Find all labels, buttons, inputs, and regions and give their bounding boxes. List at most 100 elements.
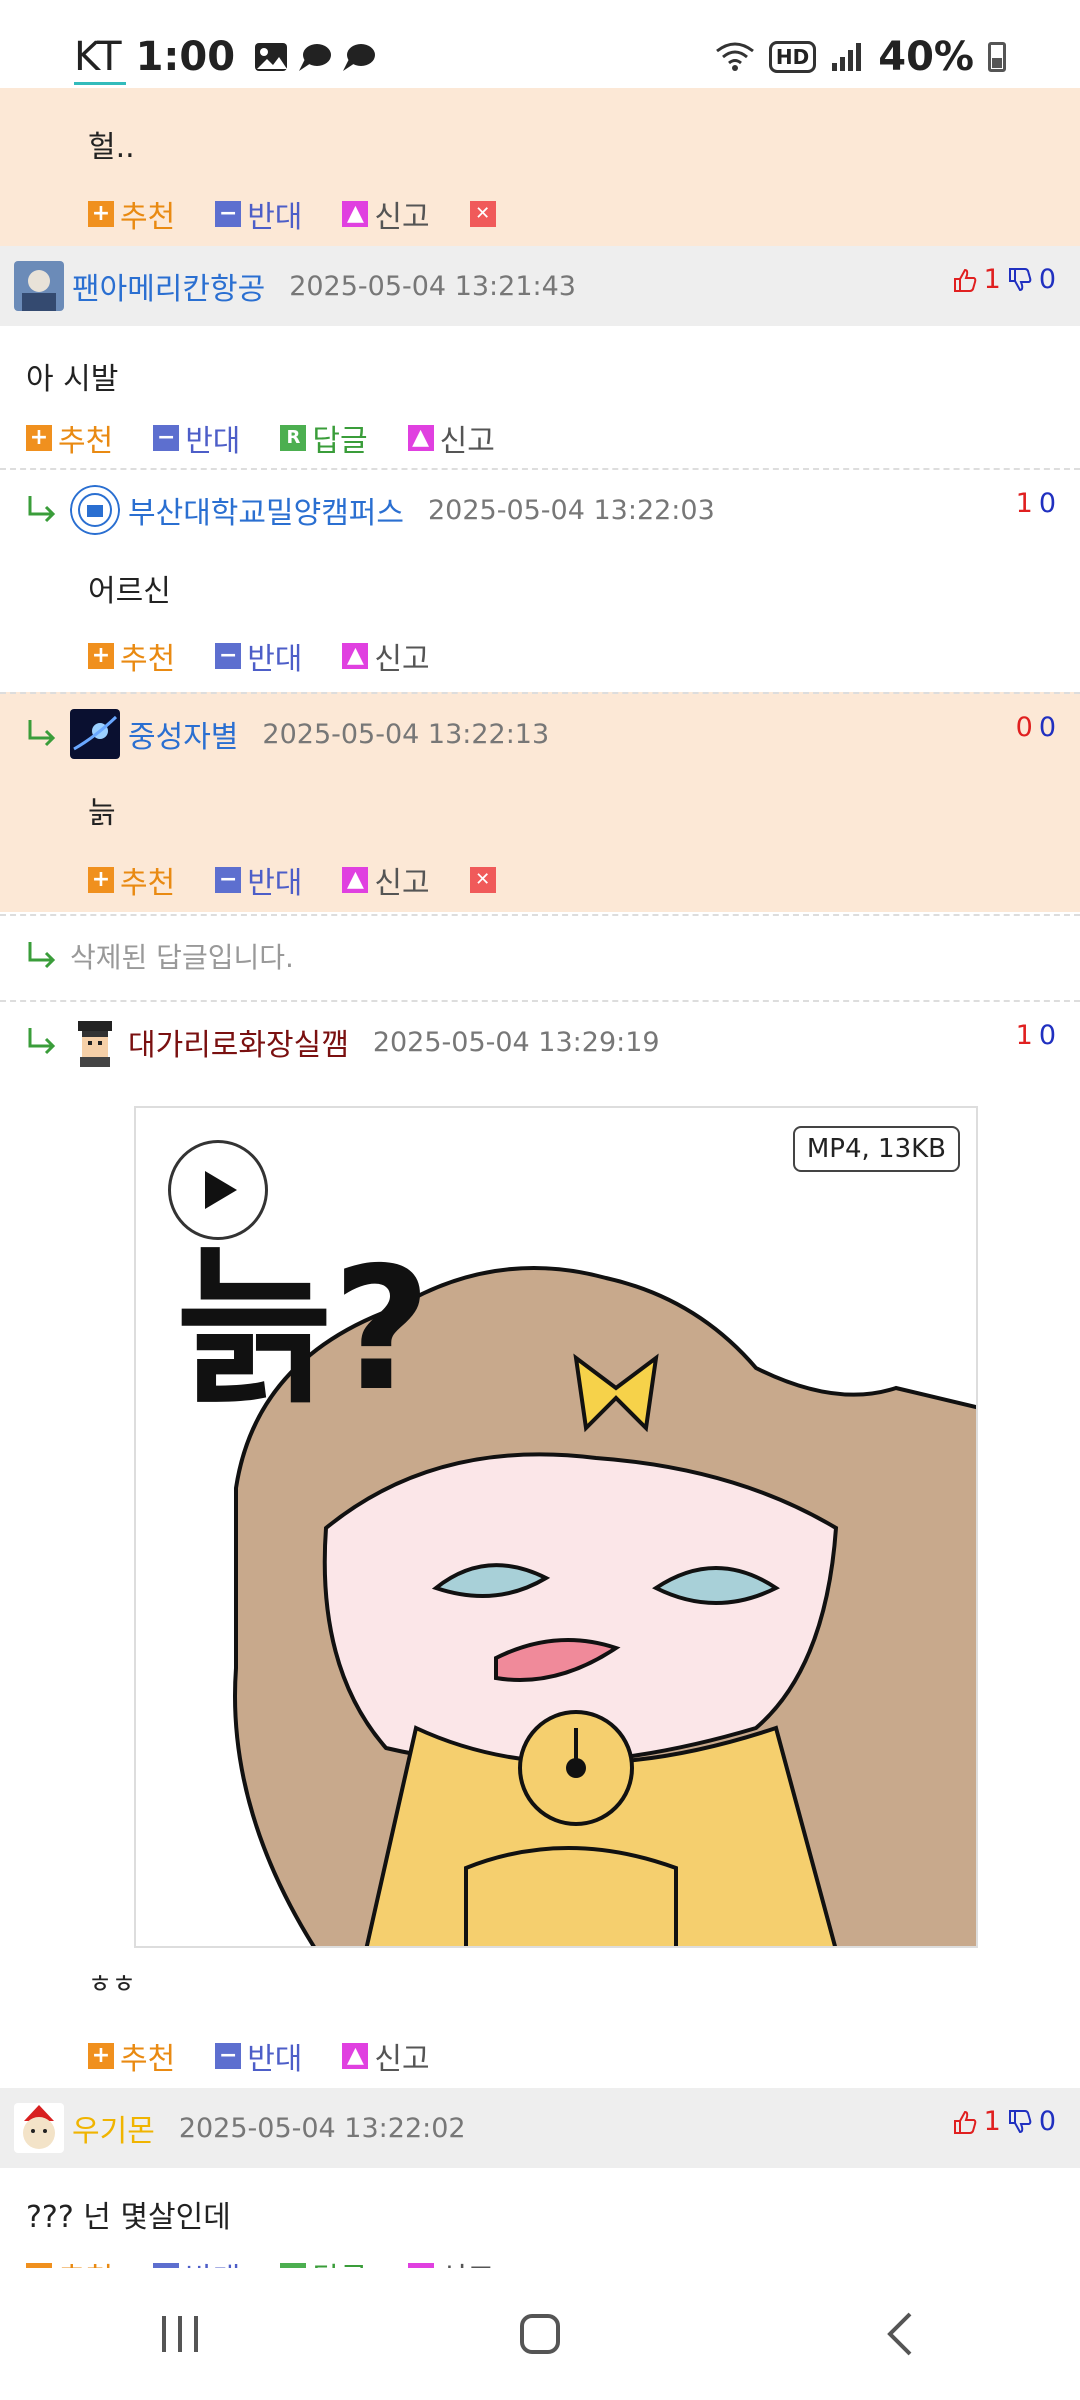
- siren-icon: ▲: [342, 2043, 369, 2069]
- thumbs-down-icon: [1008, 2109, 1032, 2133]
- recommend-button[interactable]: +추천: [26, 416, 113, 460]
- play-icon: [205, 1171, 237, 1209]
- reply-button[interactable]: R답글: [280, 416, 368, 460]
- timestamp: 2025-05-04 13:22:02: [178, 2112, 466, 2144]
- oppose-button[interactable]: −반대: [215, 634, 302, 678]
- recommend-button[interactable]: +추천: [88, 192, 175, 236]
- report-button[interactable]: ▲신고: [342, 2034, 430, 2078]
- timestamp: 2025-05-04 13:22:13: [262, 718, 550, 750]
- recommend-button[interactable]: +추천: [26, 2254, 113, 2268]
- reply-arrow-icon: [28, 1028, 56, 1055]
- comment-text: ??? 넌 몇살인데: [26, 2200, 231, 2235]
- chat-bubble-icon: [299, 44, 332, 71]
- comment-list: 헐.. + 추천 − 반대 ▲ 신고 ✕ 팬아메리칸항공 2025-05-04 13:…: [0, 88, 1080, 2268]
- signal-icon: [832, 43, 862, 71]
- report-button[interactable]: ▲신고: [407, 2254, 495, 2268]
- plus-icon: +: [88, 2043, 114, 2069]
- minus-icon: −: [215, 867, 242, 893]
- comment-header: 팬아메리칸항공 2025-05-04 13:21:43 1 0: [0, 246, 1080, 326]
- recommend-button[interactable]: +추천: [88, 2034, 175, 2078]
- nickname[interactable]: 대가리로화장실깸: [128, 1020, 349, 1064]
- video-thumbnail: 늙?: [176, 1231, 976, 1946]
- deleted-text: 삭제된 답글입니다.: [70, 941, 294, 974]
- carrier-underline: [74, 82, 126, 85]
- oppose-button[interactable]: −반대: [215, 2034, 302, 2078]
- reply-item: 부산대학교밀양캠퍼스 2025-05-04 13:22:03 1 0 어르신 +…: [0, 468, 1080, 692]
- vote-counts: 0 0: [1015, 712, 1056, 743]
- deleted-reply: 삭제된 답글입니다.: [0, 914, 1080, 998]
- minus-icon: −: [215, 201, 242, 227]
- delete-button[interactable]: ✕: [469, 867, 502, 893]
- wifi-icon: [715, 42, 754, 71]
- minus-icon: −: [215, 643, 242, 669]
- reply-arrow-icon: [28, 942, 56, 969]
- hd-badge: HD: [768, 41, 817, 73]
- reply-item: 중성자별 2025-05-04 13:22:13 0 0 늙 + 추천 − 반대 ▲…: [0, 692, 1080, 912]
- comment-text: 어르신: [88, 574, 171, 609]
- report-button[interactable]: ▲신고: [407, 416, 495, 460]
- reply-item: 대가리로화장실깸 2025-05-04 13:29:19 1 0 늙? MP4,…: [0, 1000, 1080, 2172]
- close-icon: ✕: [469, 867, 496, 893]
- minus-icon: −: [153, 425, 180, 451]
- siren-icon: ▲: [342, 201, 369, 227]
- reply-button[interactable]: R답글: [280, 2254, 368, 2268]
- comment-item: 헐.. + 추천 − 반대 ▲ 신고 ✕: [0, 88, 1080, 246]
- avatar[interactable]: [70, 1017, 120, 1067]
- oppose-button[interactable]: −반대: [153, 416, 240, 460]
- oppose-button[interactable]: −반대: [153, 2254, 240, 2268]
- plus-icon: +: [26, 425, 52, 451]
- nickname[interactable]: 우기몬: [72, 2106, 155, 2150]
- file-info-badge: MP4, 13KB: [792, 1126, 960, 1172]
- back-icon: [887, 2312, 912, 2356]
- avatar[interactable]: [14, 2103, 64, 2153]
- thumbs-up-icon: [953, 2110, 976, 2134]
- report-button[interactable]: ▲신고: [342, 858, 430, 902]
- status-bar: KT 1:00 HD 40%: [0, 0, 1080, 88]
- thumbs-up-icon: [953, 268, 976, 292]
- comment-text: ㅎㅎ: [88, 1970, 136, 2000]
- siren-icon: ▲: [342, 867, 369, 893]
- plus-icon: +: [88, 201, 114, 227]
- recommend-button[interactable]: +추천: [88, 858, 175, 902]
- gallery-icon: [255, 43, 288, 71]
- recent-apps-button[interactable]: [150, 2304, 210, 2364]
- comment-body: 아 시발 + 추천 − 반대 R 답글 ▲ 신고: [0, 326, 1080, 474]
- nickname[interactable]: 중성자별: [128, 712, 238, 756]
- timestamp: 2025-05-04 13:22:03: [428, 494, 715, 526]
- report-button[interactable]: ▲신고: [342, 192, 430, 236]
- avatar[interactable]: [14, 261, 64, 311]
- back-button[interactable]: [870, 2304, 930, 2364]
- system-nav-bar: [0, 2268, 1080, 2400]
- siren-icon: ▲: [407, 425, 434, 451]
- close-icon: ✕: [469, 201, 496, 227]
- reply-icon: R: [280, 425, 307, 451]
- comment-body: ??? 넌 몇살인데 +추천 −반대 R답글 ▲신고: [0, 2168, 1080, 2268]
- recommend-button[interactable]: +추천: [88, 634, 175, 678]
- delete-button[interactable]: ✕: [469, 201, 502, 227]
- oppose-button[interactable]: −반대: [215, 192, 302, 236]
- comment-header: 우기몬 2025-05-04 13:22:02 1 0: [0, 2088, 1080, 2168]
- chat-bubble-icon: [343, 44, 376, 71]
- timestamp: 2025-05-04 13:29:19: [372, 1026, 660, 1058]
- nickname[interactable]: 팬아메리칸항공: [72, 264, 265, 308]
- timestamp: 2025-05-04 13:21:43: [289, 270, 576, 302]
- video-caption: 늙?: [176, 1231, 431, 1429]
- siren-icon: ▲: [342, 643, 369, 669]
- recents-icon: [162, 2316, 198, 2352]
- play-button[interactable]: [168, 1140, 268, 1240]
- plus-icon: +: [88, 867, 114, 893]
- comment-text: 늙: [88, 796, 116, 831]
- nickname[interactable]: 부산대학교밀양캠퍼스: [128, 488, 404, 532]
- video-player[interactable]: 늙? MP4, 13KB: [134, 1106, 978, 1948]
- avatar[interactable]: [70, 709, 120, 759]
- report-button[interactable]: ▲신고: [342, 634, 430, 678]
- home-icon: [520, 2314, 560, 2354]
- oppose-button[interactable]: −반대: [215, 858, 302, 902]
- reply-arrow-icon: [28, 720, 56, 747]
- home-button[interactable]: [510, 2304, 570, 2364]
- vote-counts: 1 0: [952, 264, 1056, 295]
- carrier-label: KT: [74, 34, 122, 80]
- comment-text: 헐..: [88, 130, 135, 165]
- minus-icon: −: [215, 2043, 242, 2069]
- avatar[interactable]: [70, 485, 120, 535]
